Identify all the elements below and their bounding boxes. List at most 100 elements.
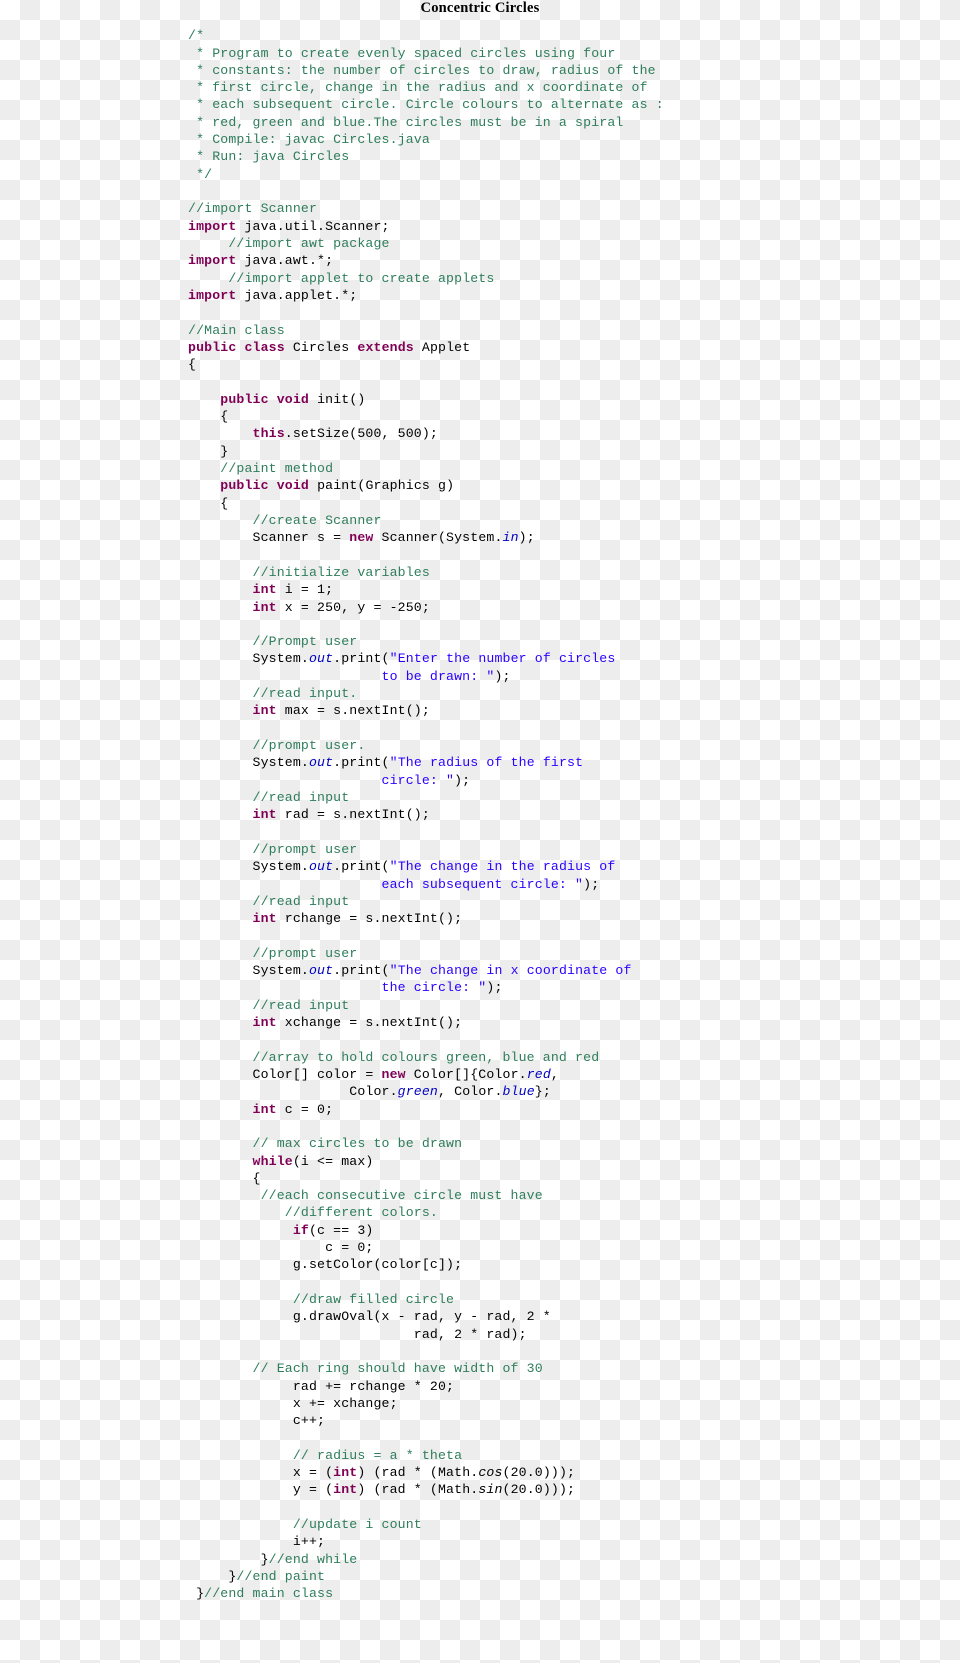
code-token: .print( (333, 755, 390, 771)
code-token: //each consecutive circle must have (188, 1188, 543, 1204)
code-token: void (276, 391, 309, 407)
code-line: System.out.print("The radius of the firs… (188, 754, 948, 771)
code-token: (20.0))); (502, 1465, 576, 1481)
code-token: /* (188, 28, 205, 44)
code-line: //create Scanner (188, 512, 948, 529)
code-line: int c = 0; (188, 1101, 948, 1118)
code-token: System. (188, 651, 309, 667)
code-token: * Program to create evenly spaced circle… (188, 45, 616, 61)
code-token: out (308, 963, 334, 979)
code-line: //array to hold colours green, blue and … (188, 1049, 948, 1066)
code-line: System.out.print("The change in x coordi… (188, 962, 948, 979)
code-line: }//end main class (188, 1585, 948, 1602)
code-line: int xchange = s.nextInt(); (188, 1014, 948, 1031)
code-token: sin (478, 1482, 503, 1498)
code-token: }; (534, 1084, 551, 1100)
code-token: each subsequent circle: " (381, 876, 584, 892)
code-token: "The change in the radius of (389, 859, 616, 875)
code-token: extends (357, 339, 414, 355)
code-token: //initialize variables (188, 564, 430, 580)
code-line: //each consecutive circle must have (188, 1187, 948, 1204)
code-token: xchange = s.nextInt(); (276, 1015, 463, 1030)
code-token: * red, green and blue.The circles must b… (188, 114, 624, 130)
code-token: .setSize(500, 500); (284, 426, 438, 442)
page-title: Concentric Circles (420, 0, 540, 16)
code-token: in (502, 530, 519, 546)
code-token: rad, 2 * rad); (188, 1326, 527, 1342)
code-token: //import Scanner (188, 201, 318, 217)
code-line: //read input (188, 997, 948, 1014)
code-line: c = 0; (188, 1239, 948, 1256)
code-token: //update i count (188, 1517, 422, 1533)
code-token: new (381, 1066, 406, 1082)
code-token: Color[]{Color. (405, 1066, 527, 1082)
code-token: blue (502, 1084, 535, 1100)
code-token: java.awt.*; (236, 253, 334, 269)
code-token: //prompt user (188, 841, 358, 857)
code-token: Color[] color = (188, 1066, 382, 1082)
code-line: //draw filled circle (188, 1291, 948, 1308)
code-token: import (188, 253, 237, 269)
code-line: the circle: "); (188, 979, 948, 996)
code-token: g.setColor(color[c]); (188, 1257, 463, 1273)
code-token: import (188, 218, 237, 234)
code-line: g.setColor(color[c]); (188, 1256, 948, 1273)
code-token: } (188, 1551, 269, 1567)
code-token: x = 250, y = -250; (276, 599, 430, 615)
code-token: //draw filled circle (188, 1292, 455, 1307)
code-token: .print( (333, 651, 390, 667)
code-token: } (188, 443, 229, 459)
code-line: //prompt user. (188, 737, 948, 754)
code-line: System.out.print("The change in the radi… (188, 858, 948, 875)
code-token: (c == 3) (308, 1222, 374, 1238)
code-token: to be drawn: " (381, 668, 495, 684)
code-line: //read input (188, 789, 948, 806)
code-token: public (220, 391, 269, 407)
code-token: "The radius of the first (389, 755, 584, 771)
code-line: * each subsequent circle. Circle colours… (188, 96, 948, 113)
code-token: this (252, 426, 285, 442)
code-token: rad = s.nextInt(); (276, 807, 430, 823)
code-line: import java.awt.*; (188, 252, 948, 269)
code-token: (20.0))); (502, 1482, 576, 1498)
code-token: } (188, 1569, 237, 1584)
code-token: int (252, 599, 277, 615)
code-token: // Each ring should have width of 30 (188, 1361, 543, 1377)
code-token: ); (494, 668, 511, 684)
code-token: new (349, 530, 374, 546)
code-token: //prompt user (188, 945, 358, 961)
code-line: public class Circles extends Applet (188, 339, 948, 356)
code-token: int (252, 911, 277, 927)
code-token: { (188, 357, 197, 373)
code-token: c = 0; (276, 1101, 334, 1117)
java-source-code: /* * Program to create evenly spaced cir… (188, 27, 948, 1602)
code-token: java.util.Scanner; (236, 218, 390, 234)
code-token: , (550, 1066, 559, 1082)
code-token: Applet (413, 339, 471, 355)
code-line: { (188, 356, 948, 373)
code-line: x = (int) (rad * (Math.cos(20.0))); (188, 1464, 948, 1481)
code-token: public (188, 339, 237, 355)
code-token: the circle: " (381, 980, 487, 996)
code-token: import (188, 287, 237, 303)
code-token: out (308, 859, 334, 875)
code-line: import java.applet.*; (188, 287, 948, 304)
code-line: * red, green and blue.The circles must b… (188, 114, 948, 131)
code-line: y = (int) (rad * (Math.sin(20.0))); (188, 1481, 948, 1498)
code-line: // max circles to be drawn (188, 1135, 948, 1152)
code-token: Scanner s = (188, 530, 350, 546)
code-token: * first circle, change in the radius and… (188, 80, 648, 96)
code-token: if (292, 1222, 309, 1238)
